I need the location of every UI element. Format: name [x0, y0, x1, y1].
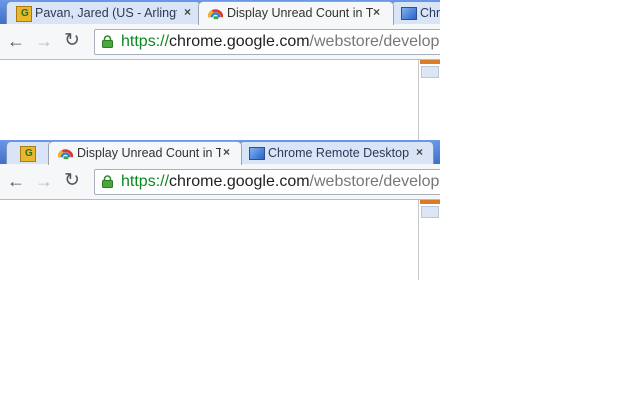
tab-strip: G Pavan, Jared (US - Arlingto × Display … [0, 0, 440, 25]
reload-icon[interactable]: ↻ [64, 171, 80, 191]
page-panel [421, 66, 439, 78]
unread-count-extension-icon [58, 149, 73, 160]
page-header-strip [420, 200, 440, 204]
tab-title: Chr [420, 6, 440, 20]
chrome-remote-desktop-icon [401, 7, 417, 20]
lock-icon [102, 35, 113, 48]
forward-arrow-icon[interactable]: → [35, 171, 53, 191]
tab-title: Pavan, Jared (US - Arlingto [35, 6, 177, 20]
back-arrow-icon[interactable]: ← [7, 171, 25, 191]
close-icon[interactable]: × [416, 145, 423, 159]
close-icon[interactable]: × [223, 145, 230, 159]
address-bar[interactable]: https://chrome.google.com/webstore/devel… [94, 169, 440, 195]
chrome-remote-desktop-icon [249, 147, 265, 160]
unread-count-extension-icon [208, 9, 223, 20]
tab-title: Chrome Remote Desktop [268, 146, 410, 160]
url-path: /webstore/develope [309, 173, 440, 190]
gmail-icon: G [16, 6, 32, 22]
url-scheme: https:// [121, 33, 170, 50]
page-panel [421, 206, 439, 218]
close-icon[interactable]: × [184, 5, 191, 19]
url-text[interactable]: https://chrome.google.com/webstore/devel… [121, 173, 440, 191]
url-host: chrome.google.com [169, 33, 310, 50]
close-icon[interactable]: × [373, 5, 380, 19]
browser-window-2: G Display Unread Count in T × Chrome Rem… [0, 140, 440, 280]
tab-strip: G Display Unread Count in T × Chrome Rem… [0, 140, 440, 165]
page-preview [418, 60, 440, 140]
tab-title: Display Unread Count in T [227, 6, 373, 20]
url-host: chrome.google.com [169, 173, 310, 190]
tab-display-unread-count[interactable]: Display Unread Count in T × [198, 1, 394, 25]
page-header-strip [420, 60, 440, 64]
tab-gmail[interactable]: G [6, 141, 54, 164]
url-scheme: https:// [121, 173, 170, 190]
page-content [0, 60, 440, 140]
gmail-icon: G [20, 146, 36, 162]
toolbar: ← → ↻ https://chrome.google.com/webstore… [0, 24, 440, 60]
toolbar: ← → ↻ https://chrome.google.com/webstore… [0, 164, 440, 200]
browser-window-1: G Pavan, Jared (US - Arlingto × Display … [0, 0, 440, 140]
forward-arrow-icon[interactable]: → [35, 31, 53, 51]
tab-display-unread-count[interactable]: Display Unread Count in T × [48, 141, 242, 165]
address-bar[interactable]: https://chrome.google.com/webstore/devel… [94, 29, 440, 55]
page-preview [418, 200, 440, 280]
tab-chrome-remote-desktop[interactable]: Chr [391, 1, 440, 24]
url-text[interactable]: https://chrome.google.com/webstore/devel… [121, 33, 440, 51]
back-arrow-icon[interactable]: ← [7, 31, 25, 51]
url-path: /webstore/develope [309, 33, 440, 50]
tab-title: Display Unread Count in T [77, 146, 221, 160]
page-content [0, 200, 440, 280]
reload-icon[interactable]: ↻ [64, 31, 80, 51]
lock-icon [102, 175, 113, 188]
tab-gmail[interactable]: G Pavan, Jared (US - Arlingto × [6, 1, 201, 24]
tab-chrome-remote-desktop[interactable]: Chrome Remote Desktop × [239, 141, 434, 164]
